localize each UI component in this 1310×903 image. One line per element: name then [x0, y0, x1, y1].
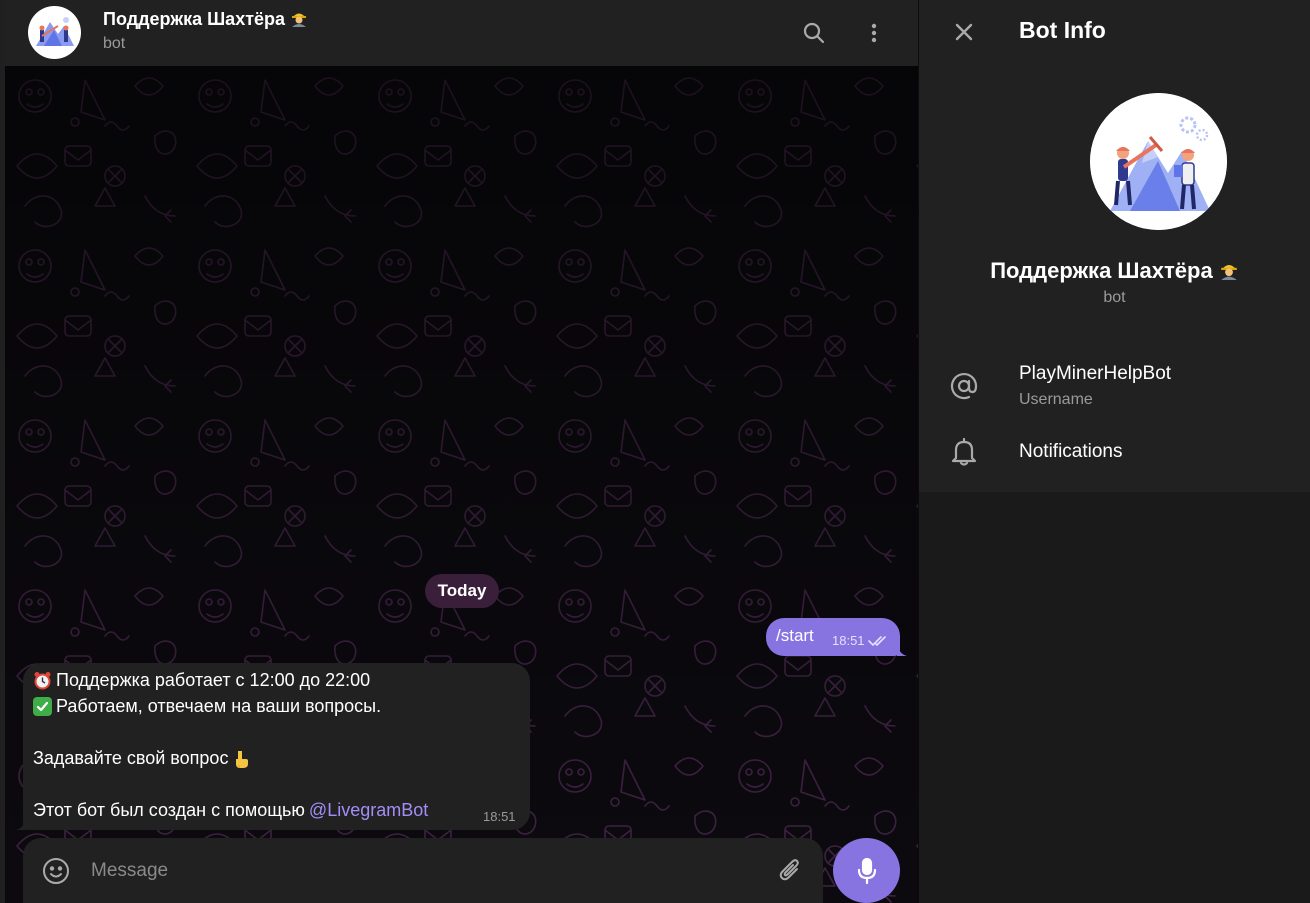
chat-column: Поддержка Шахтёра bot Today /start 18:51	[5, 0, 918, 903]
emoji-button[interactable]	[41, 856, 71, 886]
more-vertical-icon	[871, 23, 877, 43]
close-panel-button[interactable]	[944, 12, 984, 52]
bot-avatar[interactable]	[28, 6, 81, 59]
incoming-line-working: Работаем, отвечаем на ваши вопросы.	[33, 696, 381, 717]
notifications-row[interactable]: Notifications	[919, 428, 1310, 476]
voice-record-button[interactable]	[833, 838, 900, 903]
outgoing-message-time: 18:51	[832, 633, 865, 648]
pointing-down-emoji	[236, 750, 249, 768]
search-icon	[803, 22, 825, 44]
double-check-icon	[867, 635, 886, 646]
username-value: PlayMinerHelpBot	[1019, 363, 1172, 384]
construction-worker-emoji	[1221, 265, 1237, 280]
attach-button[interactable]	[775, 856, 805, 886]
outgoing-message-meta: 18:51	[832, 633, 890, 648]
incoming-line-working-text: Работаем, отвечаем на ваши вопросы.	[56, 696, 382, 716]
incoming-line-credit: Этот бот был создан с помощью @LivegramB…	[33, 800, 428, 821]
livegram-bot-link[interactable]: @LivegramBot	[309, 800, 428, 821]
chat-title-text: Поддержка Шахтёра	[103, 9, 286, 29]
username-label: Username	[1019, 391, 1093, 408]
check-mark-emoji	[33, 697, 52, 716]
bell-icon	[948, 436, 980, 468]
message-composer	[23, 838, 823, 903]
incoming-line-ask-text: Задавайте свой вопрос	[33, 748, 229, 768]
username-row[interactable]: PlayMinerHelpBot Username	[919, 355, 1310, 417]
paperclip-icon	[779, 859, 799, 881]
bubble-tail	[16, 818, 26, 830]
incoming-line-hours-text: Поддержка работает с 12:00 до 22:00	[56, 670, 371, 690]
bot-avatar-large[interactable]	[1090, 93, 1227, 230]
profile-status: bot	[1103, 289, 1126, 306]
profile-name-text: Поддержка Шахтёра	[990, 258, 1213, 283]
alarm-clock-emoji	[33, 671, 52, 690]
panel-title: Bot Info	[1019, 17, 1106, 43]
message-input[interactable]	[91, 854, 751, 888]
close-icon	[955, 23, 973, 41]
date-separator: Today	[425, 574, 499, 608]
chat-title: Поддержка Шахтёра	[103, 9, 308, 30]
notifications-label: Notifications	[1019, 441, 1123, 462]
outgoing-message[interactable]: /start 18:51	[766, 618, 907, 656]
smile-icon	[43, 858, 69, 884]
outgoing-message-text: /start	[776, 626, 814, 645]
search-button[interactable]	[794, 13, 834, 53]
incoming-line-credit-text: Этот бот был создан с помощью	[33, 800, 305, 820]
microphone-icon	[857, 857, 876, 884]
incoming-message[interactable]: Поддержка работает с 12:00 до 22:00 Рабо…	[16, 663, 530, 830]
incoming-line-ask: Задавайте свой вопрос	[33, 748, 250, 769]
construction-worker-emoji	[292, 13, 307, 27]
chat-header[interactable]: Поддержка Шахтёра bot	[5, 0, 918, 66]
bot-info-panel: Bot Info Поддержка Шахтёра bot PlayMiner…	[919, 0, 1310, 903]
bubble-tail	[897, 644, 907, 656]
more-options-button[interactable]	[854, 13, 894, 53]
chat-status: bot	[103, 35, 126, 52]
bot-info-card: Bot Info Поддержка Шахтёра bot PlayMiner…	[919, 0, 1310, 492]
incoming-line-hours: Поддержка работает с 12:00 до 22:00	[33, 670, 370, 691]
incoming-message-time: 18:51	[483, 809, 516, 824]
profile-name: Поддержка Шахтёра	[919, 258, 1310, 284]
at-sign-icon	[948, 370, 980, 402]
